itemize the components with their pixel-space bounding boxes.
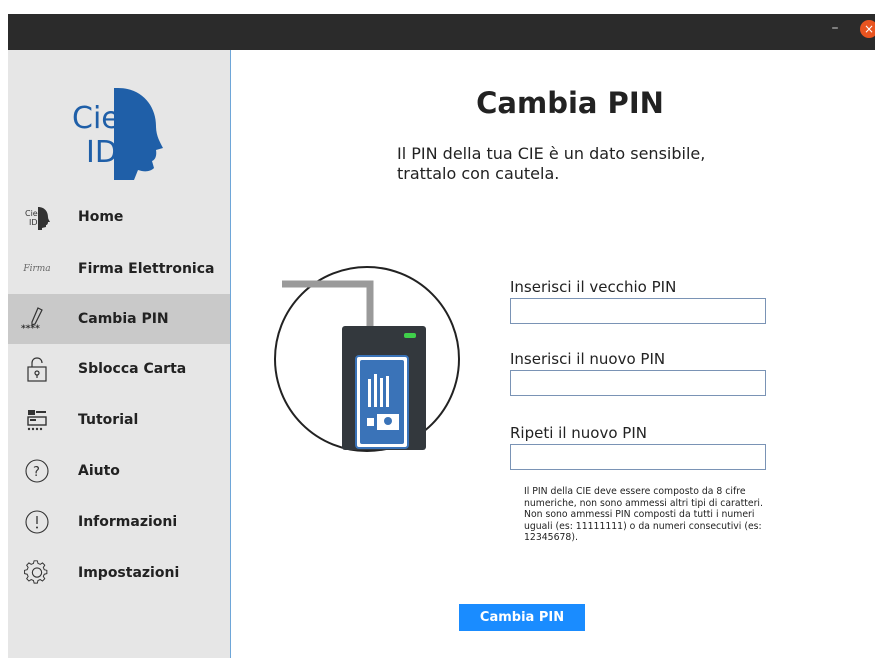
subtitle-line-1: Il PIN della tua CIE è un dato sensibile… [397,144,706,163]
old-pin-input[interactable] [510,298,766,324]
close-button[interactable]: × [860,20,875,38]
svg-text:Cie: Cie [25,209,38,218]
tutorial-icon [24,407,50,433]
card-reader-illustration [274,266,460,452]
sidebar-item-aiuto[interactable]: ? Aiuto [8,446,230,496]
gear-icon [24,560,50,586]
window-titlebar [8,14,875,50]
sidebar-divider [230,50,231,658]
new-pin-label: Inserisci il nuovo PIN [510,350,666,368]
minimize-button[interactable]: – [825,18,845,38]
sidebar-item-label: Informazioni [78,514,178,530]
sidebar-item-cambia-pin[interactable]: **** Cambia PIN [8,294,230,344]
pin-rules-text: Il PIN della CIE deve essere composto da… [524,486,763,544]
new-pin-input[interactable] [510,370,766,396]
sidebar-item-home[interactable]: Cie ID Home [8,192,230,242]
logo-text-cie: Cie [72,101,120,136]
info-icon [24,509,50,535]
cambia-pin-button[interactable]: Cambia PIN [459,604,585,631]
sidebar-item-label: Tutorial [78,412,139,428]
repeat-pin-label: Ripeti il nuovo PIN [510,424,647,442]
question-icon: ? [24,458,50,484]
logo-text-id: ID [86,135,118,170]
cie-id-logo: Cie ID [72,88,163,180]
repeat-pin-input[interactable] [510,444,766,470]
pin-stars: **** [21,324,40,334]
cie-id-icon: Cie ID [24,204,50,230]
sidebar-item-tutorial[interactable]: Tutorial [8,395,230,445]
old-pin-label: Inserisci il vecchio PIN [510,278,677,296]
sidebar-item-firma-elettronica[interactable]: Firma Firma Elettronica [8,244,230,294]
sidebar-item-label: Sblocca Carta [78,361,187,377]
sidebar-item-label: Impostazioni [78,565,180,581]
sidebar-item-informazioni[interactable]: Informazioni [8,497,230,547]
page-subtitle: Il PIN della tua CIE è un dato sensibile… [397,144,757,184]
screen-top-margin [0,0,875,14]
svg-text:ID: ID [29,218,38,227]
svg-text:?: ? [33,465,40,480]
sidebar-item-label: Firma Elettronica [78,261,215,277]
padlock-icon [24,356,50,382]
sidebar-item-label: Aiuto [78,463,120,479]
subtitle-line-2: trattalo con cautela. [397,164,560,183]
page-title: Cambia PIN [476,86,664,120]
pencil-pin-icon: **** [21,306,50,334]
sidebar-item-impostazioni[interactable]: Impostazioni [8,548,230,598]
sidebar-item-sblocca-carta[interactable]: Sblocca Carta [8,344,230,394]
signature-icon: Firma [23,264,51,274]
sidebar-item-label: Home [78,209,124,225]
sidebar-item-label: Cambia PIN [78,311,169,327]
